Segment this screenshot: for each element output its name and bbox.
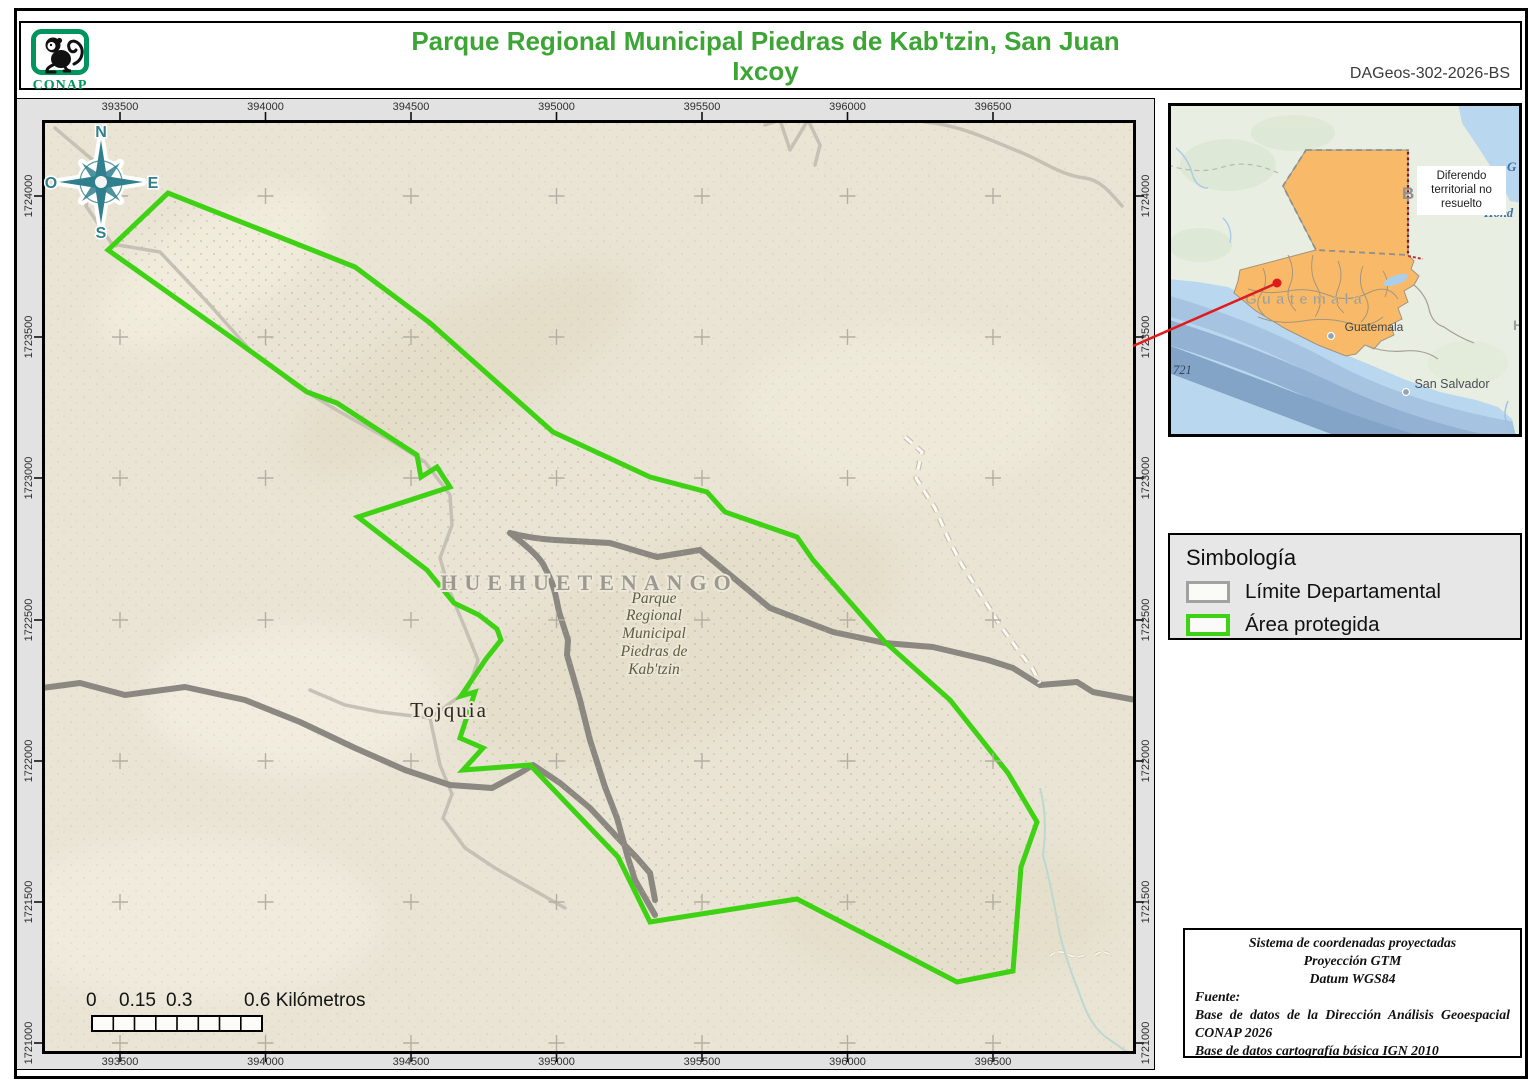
svg-text:Parque: Parque xyxy=(630,590,676,607)
scale-bar-graphic xyxy=(91,1015,263,1032)
town-label: Tojquia xyxy=(410,698,488,722)
grid-label-northing-left: 1721000 xyxy=(23,1021,35,1065)
protected-area-swatch xyxy=(1186,614,1230,636)
conap-wordmark: CONAP xyxy=(32,78,88,93)
san-salvador-dot xyxy=(1401,387,1411,397)
page-title-line2: Ixcoy xyxy=(732,56,799,86)
country-label: Guatemala xyxy=(1245,291,1367,308)
crs-line2: Proyección GTM xyxy=(1303,953,1402,968)
department-label: HUEHUETENANGO xyxy=(440,570,738,595)
credits: Sistema de coordenadas proyectadas Proye… xyxy=(1183,928,1522,1058)
depth-label: 721 xyxy=(1173,363,1192,377)
grid-label-easting-bottom: 394000 xyxy=(247,1056,284,1068)
grid-label-easting-top: 394000 xyxy=(247,101,284,113)
grid-label-northing-right: 1724000 xyxy=(1140,174,1152,218)
scale-quarter: 0.15 xyxy=(119,990,156,1011)
departmental-limit-swatch xyxy=(1186,581,1230,603)
grid-label-easting-top: 396000 xyxy=(829,101,866,113)
svg-text:Kab'tzin: Kab'tzin xyxy=(627,661,680,678)
map-sheet: CONAP Parque Regional Municipal Piedras … xyxy=(0,0,1536,1089)
grid-label-easting-top: 394500 xyxy=(392,101,430,113)
grid-label-easting-top: 395500 xyxy=(683,101,721,113)
grid-label-easting-bottom: 393500 xyxy=(101,1056,139,1068)
grid-label-easting-top: 393500 xyxy=(101,101,139,113)
grid-label-northing-right: 1723000 xyxy=(1140,456,1152,500)
scale-end: 0.6 Kilómetros xyxy=(244,990,366,1011)
capital-label: Guatemala xyxy=(1345,320,1404,334)
svg-text:Municipal: Municipal xyxy=(621,625,686,642)
belize-label: B xyxy=(1402,184,1414,203)
grid-label-easting-bottom: 396500 xyxy=(974,1056,1012,1068)
conap-monkey-icon xyxy=(31,29,89,75)
grid-label-northing-left: 1723000 xyxy=(23,456,35,500)
grid-label-northing-left: 1722000 xyxy=(23,739,35,783)
conap-logo: CONAP xyxy=(29,29,91,94)
legend-item-limite: Límite Departamental xyxy=(1186,580,1504,604)
header: CONAP Parque Regional Municipal Piedras … xyxy=(19,21,1522,93)
source-line2: Base de datos cartografía básica IGN 201… xyxy=(1195,1043,1439,1058)
compass-west-label: O xyxy=(45,175,57,192)
page-title-line1: Parque Regional Municipal Piedras de Kab… xyxy=(411,26,1120,56)
gulf-label-fragment: G xyxy=(1507,159,1517,174)
source-heading: Fuente: xyxy=(1195,989,1241,1004)
legend-title: Simbología xyxy=(1186,545,1297,570)
locator-inset: B G Hond Guatemala Guatemala Ho San Salv… xyxy=(1167,103,1534,438)
map-canvas: HUEHUETENANGO Parque Regional Municipal … xyxy=(2,118,1139,1055)
page-title: Parque Regional Municipal Piedras de Kab… xyxy=(241,26,1290,86)
compass-east-label: E xyxy=(148,175,159,192)
scale-bar: 0 0.15 0.3 0.6 Kilómetros xyxy=(60,990,390,1036)
compass-rose: N E S O xyxy=(44,124,160,242)
scale-zero: 0 xyxy=(86,990,97,1011)
crs-line3: Datum WGS84 xyxy=(1309,971,1396,986)
compass-center xyxy=(95,176,107,188)
map-area: HUEHUETENANGO Parque Regional Municipal … xyxy=(2,118,1139,1055)
grid-label-northing-left: 1722500 xyxy=(23,598,35,642)
grid-label-northing-right: 1721000 xyxy=(1140,1021,1152,1065)
dispute-note: Diferendo territorial no resuelto xyxy=(1417,166,1506,215)
source-line1: Base de datos de la Dirección Análisis G… xyxy=(1195,1007,1510,1040)
grid-label-easting-bottom: 395000 xyxy=(538,1056,575,1068)
document-id: DAGeos-302-2026-BS xyxy=(1349,65,1510,82)
compass-north-label: N xyxy=(95,124,107,141)
crs-line1: Sistema de coordenadas proyectadas xyxy=(1248,935,1457,950)
san-salvador-label: San Salvador xyxy=(1414,377,1489,391)
grid-label-easting-bottom: 395500 xyxy=(683,1056,721,1068)
compass-south-label: S xyxy=(96,225,107,242)
svg-text:Regional: Regional xyxy=(625,607,682,624)
grid-label-northing-right: 1722500 xyxy=(1140,598,1152,642)
grid-label-northing-right: 1723500 xyxy=(1140,315,1152,359)
scale-half: 0.3 xyxy=(166,990,193,1011)
grid-label-northing-right: 1721500 xyxy=(1140,880,1152,924)
grid-label-easting-bottom: 394500 xyxy=(392,1056,430,1068)
grid-label-northing-left: 1723500 xyxy=(23,315,35,359)
grid-label-easting-bottom: 396000 xyxy=(829,1056,866,1068)
capital-city-dot xyxy=(1326,331,1336,341)
grid-label-northing-left: 1724000 xyxy=(23,174,35,218)
grid-label-northing-right: 1722000 xyxy=(1140,739,1152,783)
legend: Simbología Límite Departamental Área pro… xyxy=(1168,533,1522,640)
svg-text:Piedras de: Piedras de xyxy=(620,643,688,660)
grid-label-easting-top: 396500 xyxy=(974,101,1012,113)
locator-map-canvas: B G Hond Guatemala Guatemala Ho San Salv… xyxy=(1167,103,1534,438)
grid-label-easting-top: 395000 xyxy=(538,101,575,113)
grid-label-northing-left: 1721500 xyxy=(23,880,35,924)
legend-item-area: Área protegida xyxy=(1186,613,1504,637)
